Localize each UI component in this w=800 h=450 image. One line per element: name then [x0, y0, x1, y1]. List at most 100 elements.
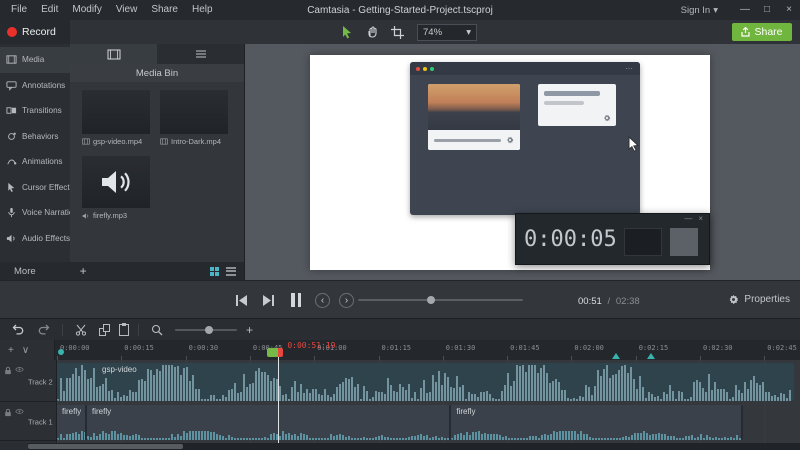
sidebar-item-voice-narration[interactable]: Voice Narration	[0, 200, 70, 226]
menu-share[interactable]: Share	[144, 0, 185, 20]
ruler-tick-label: 0:00:30	[189, 344, 219, 352]
pan-tool-button[interactable]	[363, 23, 381, 41]
maximize-button[interactable]: □	[756, 0, 778, 20]
jump-back-button[interactable]: ‹	[315, 293, 330, 308]
recorder-minimize-icon[interactable]: —	[684, 214, 692, 223]
mock-minimize-dot	[423, 67, 427, 71]
grid-view-button[interactable]	[210, 267, 219, 276]
timeline-clip-firefly[interactable]: firefly	[451, 405, 742, 440]
media-bin-item[interactable]: gsp-video.mp4	[82, 90, 150, 146]
timeline-clip-gsp-video[interactable]: gsp-video	[57, 363, 794, 401]
ruler-tick-label: 0:01:45	[510, 344, 540, 352]
menu-modify[interactable]: Modify	[65, 0, 108, 20]
menu-help[interactable]: Help	[185, 0, 220, 20]
mock-text-line	[544, 101, 584, 105]
jump-forward-button[interactable]: ›	[339, 293, 354, 308]
sidebar-item-annotations[interactable]: Annotations	[0, 73, 70, 99]
redo-button[interactable]	[35, 321, 53, 339]
copy-button[interactable]	[99, 324, 110, 336]
ruler-tick-label: 0:02:00	[574, 344, 604, 352]
mock-text-line	[544, 91, 600, 96]
collapse-tracks-button[interactable]: ∨	[22, 345, 29, 356]
audio-effects-icon	[6, 233, 17, 244]
cut-button[interactable]	[72, 321, 90, 339]
sidebar-item-behaviors[interactable]: Behaviors	[0, 124, 70, 150]
timeline-clip-firefly[interactable]: firefly	[57, 405, 87, 440]
timeline-zoom-handle[interactable]	[205, 326, 213, 334]
media-bin-tab[interactable]	[70, 44, 157, 64]
pause-button[interactable]	[291, 293, 301, 307]
preview-slider[interactable]	[358, 299, 523, 301]
sidebar-item-media[interactable]: Media	[0, 47, 70, 73]
lock-icon[interactable]	[4, 408, 12, 416]
playhead[interactable]	[278, 357, 279, 443]
ruler-tick-label: 0:02:30	[703, 344, 733, 352]
timeline-ruler[interactable]: + ∨ 0:00:000:00:150:00:300:00:450:01:000…	[0, 340, 800, 360]
cursor-arrow-icon	[340, 25, 354, 39]
sidebar-item-transitions[interactable]: Transitions	[0, 98, 70, 124]
timeline-marker-icon[interactable]	[612, 353, 620, 359]
select-tool-button[interactable]	[338, 23, 356, 41]
recorder-close-icon[interactable]: ×	[698, 214, 703, 223]
sidebar-item-cursor-effects[interactable]: Cursor Effects	[0, 175, 70, 201]
lock-icon[interactable]	[4, 366, 12, 374]
minimize-button[interactable]: —	[734, 0, 756, 20]
menu-file[interactable]: File	[4, 0, 34, 20]
track-row: fireflyfireflyfireflyTrack 1	[0, 404, 800, 441]
timeline-clip-firefly[interactable]: firefly	[87, 405, 451, 440]
media-bin-content: gsp-video.mp4Intro-Dark.mp4firefly.mp3	[70, 82, 244, 228]
recorder-stop-button[interactable]	[670, 228, 698, 256]
undo-icon	[11, 323, 24, 336]
filmstrip-icon	[107, 49, 121, 60]
sidebar-item-animations[interactable]: Animations	[0, 149, 70, 175]
audio-file-icon	[82, 212, 90, 220]
record-button[interactable]: Record	[0, 20, 70, 44]
visibility-icon[interactable]	[15, 366, 23, 374]
add-track-button[interactable]: +	[8, 345, 14, 356]
media-bin-item[interactable]: Intro-Dark.mp4	[160, 90, 228, 146]
next-frame-button[interactable]	[259, 291, 277, 309]
ruler-tick-label: 0:01:15	[382, 344, 412, 352]
crop-tool-button[interactable]	[388, 23, 406, 41]
properties-button[interactable]: Properties	[728, 294, 790, 305]
list-view-button[interactable]	[226, 265, 236, 277]
scrollbar-thumb[interactable]	[28, 444, 183, 449]
media-bin-title: Media Bin	[70, 64, 244, 82]
ruler-tick-label: 0:00:15	[124, 344, 154, 352]
share-button[interactable]: Share	[732, 23, 792, 41]
playhead-in-handle[interactable]	[267, 348, 278, 357]
timeline-zoom-slider[interactable]	[175, 329, 237, 331]
track-row: gsp-videoTrack 2	[0, 362, 800, 402]
waveform	[451, 431, 740, 440]
library-tab[interactable]	[157, 44, 244, 64]
timeline-start-marker[interactable]	[58, 349, 64, 355]
timeline-scrollbar[interactable]	[0, 443, 800, 450]
playhead-out-handle[interactable]	[278, 348, 283, 357]
zoom-out-button[interactable]	[148, 321, 166, 339]
sign-in-button[interactable]: Sign In ▾	[681, 5, 718, 16]
scissors-icon	[75, 324, 87, 336]
caret-down-icon: ▾	[713, 5, 718, 16]
canvas-area[interactable]: ⋯	[245, 44, 800, 280]
visibility-icon[interactable]	[15, 408, 23, 416]
undo-button[interactable]	[8, 321, 26, 339]
step-back-icon	[235, 295, 248, 306]
paste-button[interactable]	[119, 324, 129, 336]
more-button[interactable]: More	[14, 266, 36, 277]
canvas-zoom-select[interactable]: 74% ▾	[417, 24, 477, 41]
preview-slider-handle[interactable]	[427, 296, 435, 304]
scrollbar-corner	[0, 443, 28, 450]
ruler-tick-label: 0:02:15	[639, 344, 669, 352]
sidebar-item-audio-effects[interactable]: Audio Effects	[0, 226, 70, 252]
previous-frame-button[interactable]	[232, 291, 250, 309]
close-button[interactable]: ×	[778, 0, 800, 20]
mock-close-dot	[416, 67, 420, 71]
media-bin-item[interactable]: firefly.mp3	[82, 156, 150, 220]
menu-edit[interactable]: Edit	[34, 0, 65, 20]
gear-icon	[728, 294, 739, 305]
add-media-button[interactable]: +	[80, 264, 87, 278]
timeline-marker-icon[interactable]	[647, 353, 655, 359]
playback-bar: ‹ › 00:51 / 02:38 Properties	[0, 280, 800, 318]
zoom-in-button[interactable]: +	[246, 323, 253, 337]
menu-view[interactable]: View	[109, 0, 145, 20]
